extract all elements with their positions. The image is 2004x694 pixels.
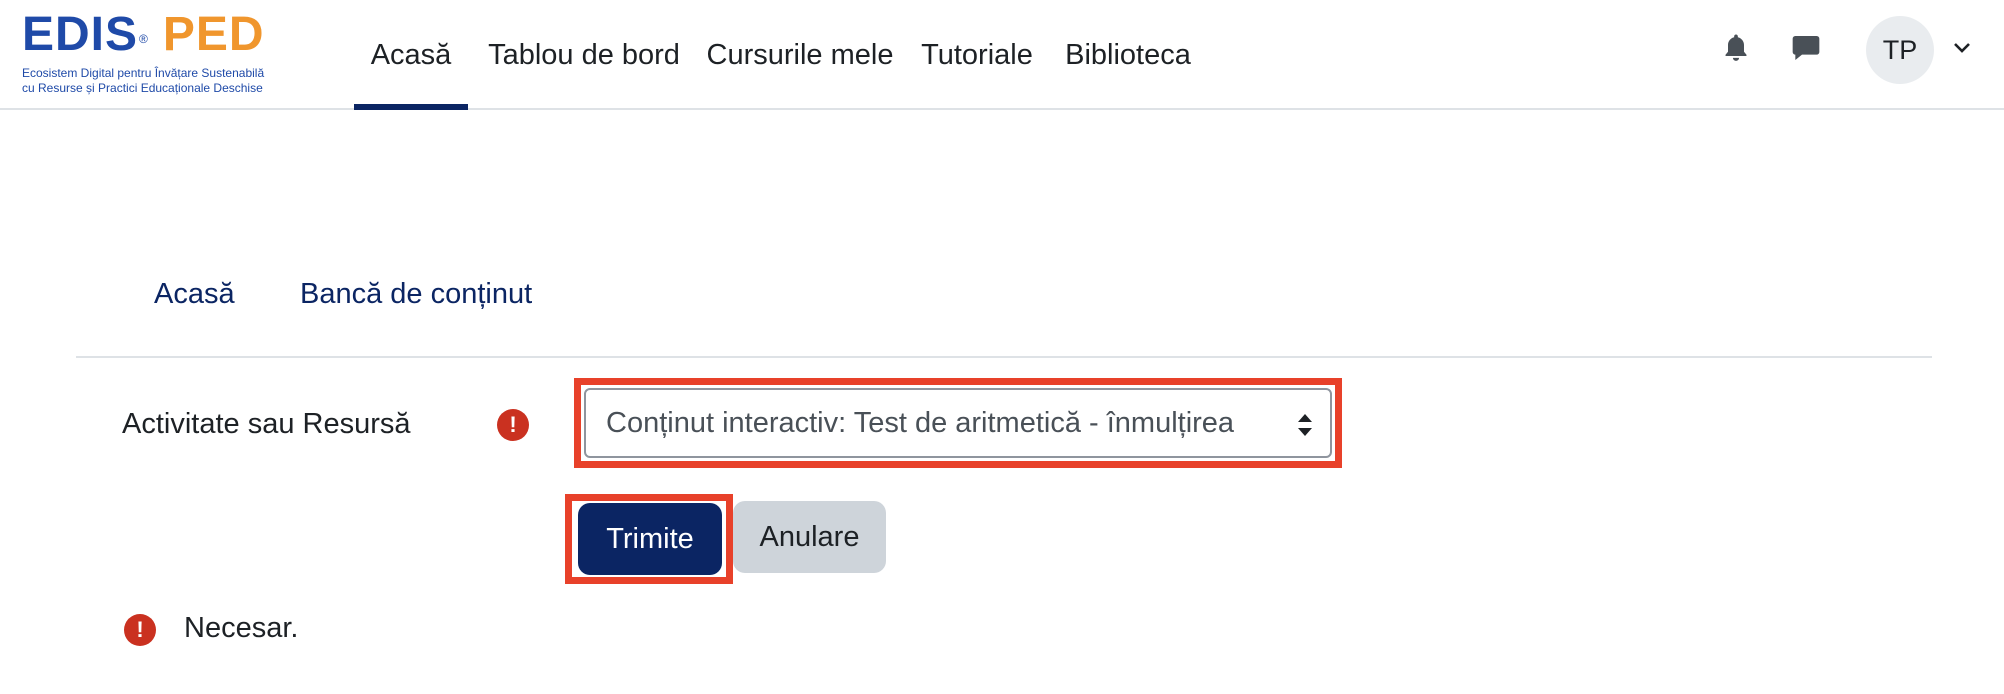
site-logo[interactable]: EDIS® PED Ecosistem Digital pentru Învăța… — [22, 10, 284, 98]
nav-item-acasa[interactable]: Acasă — [354, 0, 468, 110]
user-avatar[interactable]: TP — [1866, 16, 1934, 84]
nav-item-tutoriale[interactable]: Tutoriale — [914, 0, 1040, 110]
message-icon — [1790, 32, 1822, 69]
nav-item-biblioteca[interactable]: Biblioteca — [1058, 0, 1198, 110]
select-arrows-icon — [1296, 412, 1314, 438]
select-value: Conținut interactiv: Test de aritmetică … — [606, 406, 1235, 439]
nav-item-tablou-de-bord[interactable]: Tablou de bord — [482, 0, 686, 110]
logo-brand-part2: PED — [162, 8, 265, 61]
logo-registered-mark: ® — [139, 32, 149, 46]
required-note-text: Necesar. — [184, 612, 299, 644]
secondary-nav-banca-de-continut[interactable]: Bancă de conținut — [300, 278, 532, 311]
logo-tagline: Ecosistem Digital pentru Învățare Susten… — [22, 66, 264, 96]
logo-wordmark: EDIS® PED — [22, 10, 265, 60]
logo-tagline-line1: Ecosistem Digital pentru Învățare Susten… — [22, 66, 265, 80]
submit-button[interactable]: Trimite — [578, 503, 722, 575]
messages-button[interactable] — [1786, 30, 1826, 70]
logo-brand-part1: EDIS — [22, 8, 139, 61]
required-note-icon: ! — [124, 614, 156, 646]
chevron-down-icon — [1953, 41, 1971, 59]
notifications-button[interactable] — [1716, 30, 1756, 70]
user-menu-toggle[interactable] — [1950, 38, 1974, 62]
required-icon: ! — [497, 409, 529, 441]
secondary-nav-acasa[interactable]: Acasă — [154, 278, 235, 311]
bell-icon — [1721, 32, 1751, 69]
top-navbar: EDIS® PED Ecosistem Digital pentru Învăța… — [0, 0, 2004, 110]
nav-item-cursurile-mele[interactable]: Cursurile mele — [700, 0, 900, 110]
logo-tagline-line2: cu Resurse și Practici Educaționale Desc… — [22, 81, 263, 95]
activity-resource-label: Activitate sau Resursă — [122, 408, 411, 440]
secondary-navigation: Acasă Bancă de conținut — [76, 266, 1932, 358]
activity-resource-select[interactable]: Conținut interactiv: Test de aritmetică … — [584, 388, 1332, 458]
cancel-button[interactable]: Anulare — [733, 501, 886, 573]
